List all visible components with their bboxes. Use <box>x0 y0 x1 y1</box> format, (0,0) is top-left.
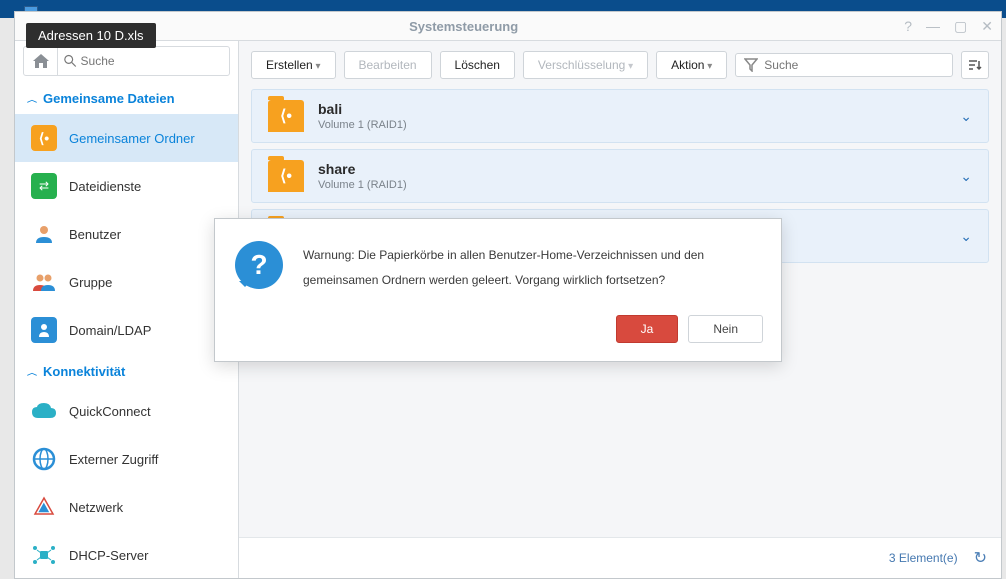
chevron-down-icon: ⌄ <box>960 108 972 125</box>
nav-label: Externer Zugriff <box>69 452 158 467</box>
section-label: Gemeinsame Dateien <box>43 91 175 106</box>
sidebar-search-input[interactable] <box>81 54 223 68</box>
file-service-icon: ⇄ <box>31 173 57 199</box>
create-button[interactable]: Erstellen <box>251 51 336 79</box>
toolbar: Erstellen Bearbeiten Löschen Verschlüsse… <box>251 51 989 79</box>
folder-share-icon: ⟨• <box>31 125 57 151</box>
delete-button[interactable]: Löschen <box>440 51 515 79</box>
confirm-dialog: ? Warnung: Die Papierkörbe in allen Benu… <box>214 218 782 362</box>
domain-icon <box>31 317 57 343</box>
folder-name: share <box>318 161 960 177</box>
sidebar-item-quickconnect[interactable]: QuickConnect <box>15 387 238 435</box>
refresh-button[interactable]: ↻ <box>974 548 987 568</box>
folder-subtitle: Volume 1 (RAID1) <box>318 179 960 191</box>
sidebar-item-group[interactable]: Gruppe <box>15 258 238 306</box>
filter-box[interactable] <box>735 53 953 77</box>
home-button[interactable] <box>24 47 58 75</box>
help-icon[interactable]: ? <box>904 18 912 35</box>
sidebar-item-user[interactable]: Benutzer <box>15 210 238 258</box>
no-button[interactable]: Nein <box>688 315 763 343</box>
close-icon[interactable]: ✕ <box>981 18 993 35</box>
nav-label: Benutzer <box>69 227 121 242</box>
folder-name: bali <box>318 101 960 117</box>
section-connectivity[interactable]: ︿ Konnektivität <box>15 354 238 387</box>
nav-label: Domain/LDAP <box>69 323 151 338</box>
search-icon <box>64 54 77 68</box>
action-button[interactable]: Aktion <box>656 51 727 79</box>
folder-subtitle: Volume 1 (RAID1) <box>318 119 960 131</box>
user-icon <box>31 221 57 247</box>
sort-button[interactable] <box>961 51 989 79</box>
nav-label: DHCP-Server <box>69 548 148 563</box>
nav-label: Gruppe <box>69 275 112 290</box>
maximize-icon[interactable]: ▢ <box>954 18 967 35</box>
folder-row[interactable]: ⟨• bali Volume 1 (RAID1) ⌄ <box>251 89 989 143</box>
share-folder-icon: ⟨• <box>268 100 304 132</box>
nav-label: Gemeinsamer Ordner <box>69 131 195 146</box>
globe-icon <box>31 446 57 472</box>
dhcp-icon <box>31 542 57 568</box>
sidebar-item-file-services[interactable]: ⇄ Dateidienste <box>15 162 238 210</box>
minimize-icon[interactable]: — <box>926 18 940 35</box>
chevron-down-icon: ⌄ <box>960 168 972 185</box>
filter-input[interactable] <box>764 58 944 72</box>
folder-row[interactable]: ⟨• share Volume 1 (RAID1) ⌄ <box>251 149 989 203</box>
sidebar-item-shared-folder[interactable]: ⟨• Gemeinsamer Ordner <box>15 114 238 162</box>
encryption-button[interactable]: Verschlüsselung <box>523 51 648 79</box>
cloud-icon <box>31 398 57 424</box>
sidebar-item-dhcp-server[interactable]: DHCP-Server <box>15 531 238 578</box>
sort-icon <box>968 58 982 72</box>
file-tooltip: Adressen 10 D.xls <box>26 23 156 48</box>
chevron-down-icon: ⌄ <box>960 228 972 245</box>
network-icon <box>31 494 57 520</box>
chevron-up-icon: ︿ <box>27 366 37 377</box>
section-label: Konnektivität <box>43 364 125 379</box>
nav-label: QuickConnect <box>69 404 151 419</box>
chevron-up-icon: ︿ <box>27 93 37 104</box>
edit-button[interactable]: Bearbeiten <box>344 51 432 79</box>
section-shared-files[interactable]: ︿ Gemeinsame Dateien <box>15 81 238 114</box>
dialog-message: Warnung: Die Papierkörbe in allen Benutz… <box>303 241 761 293</box>
element-count: 3 Element(e) <box>889 551 958 565</box>
sidebar-search[interactable] <box>58 47 229 75</box>
nav-label: Dateidienste <box>69 179 141 194</box>
home-icon <box>33 54 49 68</box>
nav-label: Netzwerk <box>69 500 123 515</box>
sidebar-item-network[interactable]: Netzwerk <box>15 483 238 531</box>
status-bar: 3 Element(e) ↻ <box>239 537 1001 578</box>
sidebar: ︿ Gemeinsame Dateien ⟨• Gemeinsamer Ordn… <box>15 41 239 578</box>
sidebar-item-external-access[interactable]: Externer Zugriff <box>15 435 238 483</box>
question-icon: ? <box>235 241 283 289</box>
funnel-icon <box>744 58 758 72</box>
title-bar: Systemsteuerung ? — ▢ ✕ <box>15 12 1001 41</box>
yes-button[interactable]: Ja <box>616 315 679 343</box>
sidebar-item-domain-ldap[interactable]: Domain/LDAP <box>15 306 238 354</box>
group-icon <box>31 269 57 295</box>
share-folder-icon: ⟨• <box>268 160 304 192</box>
